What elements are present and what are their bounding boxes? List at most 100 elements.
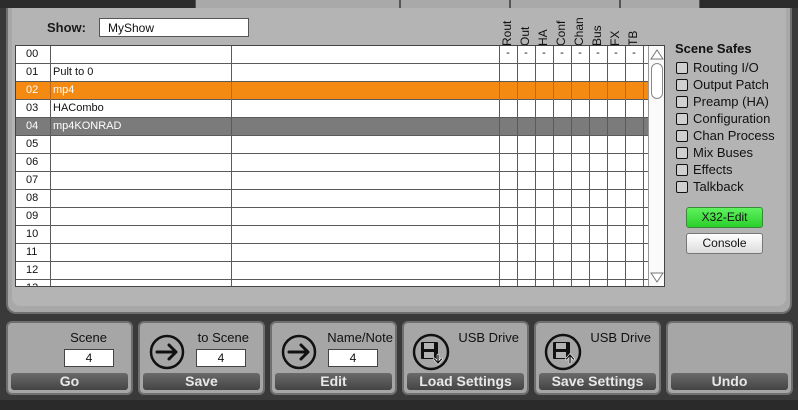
column-header: HA bbox=[535, 24, 553, 46]
undo-button[interactable]: Undo bbox=[671, 373, 788, 390]
scene-safe-checkbox[interactable] bbox=[676, 62, 688, 74]
column-divider bbox=[499, 226, 500, 244]
column-divider bbox=[517, 64, 518, 82]
tab-stub[interactable] bbox=[620, 0, 700, 8]
column-divider bbox=[50, 208, 51, 226]
column-header-label: TB bbox=[626, 30, 640, 46]
show-name-field[interactable]: MyShow bbox=[99, 18, 249, 37]
column-divider bbox=[571, 172, 572, 190]
scene-safe-flag: - bbox=[614, 47, 618, 59]
column-header: Bus bbox=[589, 24, 607, 46]
column-divider bbox=[589, 82, 590, 100]
go-button[interactable]: Go bbox=[11, 373, 128, 390]
column-divider bbox=[535, 262, 536, 280]
column-divider bbox=[535, 226, 536, 244]
save-settings-control: USB Drive Save Settings bbox=[534, 321, 661, 395]
column-divider bbox=[607, 154, 608, 172]
save-settings-button[interactable]: Save Settings bbox=[539, 373, 656, 390]
column-divider bbox=[607, 208, 608, 226]
scrollbar[interactable] bbox=[648, 46, 664, 286]
scroll-up-arrow-icon[interactable] bbox=[650, 48, 664, 60]
tab-stub[interactable] bbox=[195, 0, 400, 8]
column-divider bbox=[643, 82, 644, 100]
column-divider bbox=[517, 262, 518, 280]
scene-label: Scene bbox=[70, 330, 107, 345]
scene-safe-flag: - bbox=[524, 47, 528, 59]
scene-row[interactable]: 13 bbox=[16, 280, 648, 286]
scene-row[interactable]: 05 bbox=[16, 136, 648, 154]
column-divider bbox=[589, 280, 590, 286]
column-divider bbox=[553, 190, 554, 208]
load-settings-button[interactable]: Load Settings bbox=[407, 373, 524, 390]
usb-drive-label: USB Drive bbox=[590, 330, 651, 345]
tab-stub[interactable] bbox=[400, 0, 510, 8]
scene-name: Pult to 0 bbox=[53, 66, 94, 78]
scene-safe-checkbox[interactable] bbox=[676, 130, 688, 142]
x32-edit-button[interactable]: X32-Edit bbox=[686, 207, 763, 228]
scene-number-field[interactable]: 4 bbox=[64, 349, 114, 367]
column-divider bbox=[643, 226, 644, 244]
column-divider bbox=[625, 154, 626, 172]
scene-safe-checkbox[interactable] bbox=[676, 164, 688, 176]
arrow-right-icon bbox=[281, 334, 317, 370]
scene-row[interactable]: 07 bbox=[16, 172, 648, 190]
scene-number: 08 bbox=[26, 192, 39, 204]
column-divider bbox=[535, 244, 536, 262]
scene-safe-checkbox[interactable] bbox=[676, 79, 688, 91]
scene-row[interactable]: 03 HACombo bbox=[16, 100, 648, 118]
column-divider bbox=[643, 46, 644, 64]
scene-safe-checkbox[interactable] bbox=[676, 113, 688, 125]
column-header-label: Bus bbox=[590, 25, 604, 46]
column-divider bbox=[589, 226, 590, 244]
column-divider bbox=[643, 136, 644, 154]
column-divider bbox=[517, 226, 518, 244]
name-note-number-field[interactable]: 4 bbox=[328, 349, 378, 367]
column-divider bbox=[607, 136, 608, 154]
edit-button[interactable]: Edit bbox=[275, 373, 392, 390]
scene-row[interactable]: 08 bbox=[16, 190, 648, 208]
column-divider bbox=[231, 244, 232, 262]
scene-safe-checkbox[interactable] bbox=[676, 181, 688, 193]
column-divider bbox=[625, 172, 626, 190]
column-divider bbox=[50, 118, 51, 136]
column-divider bbox=[231, 208, 232, 226]
edit-control: Name/Note 4 Edit bbox=[270, 321, 397, 395]
scene-number: 10 bbox=[26, 228, 39, 240]
column-divider bbox=[643, 262, 644, 280]
usb-drive-label: USB Drive bbox=[458, 330, 519, 345]
scroll-thumb[interactable] bbox=[651, 63, 663, 99]
column-divider bbox=[589, 208, 590, 226]
column-divider bbox=[499, 244, 500, 262]
tab-stub[interactable] bbox=[510, 0, 620, 8]
scene-number: 05 bbox=[26, 138, 39, 150]
scene-number: 11 bbox=[26, 246, 38, 258]
scene-row[interactable]: 11 bbox=[16, 244, 648, 262]
scroll-down-arrow-icon[interactable] bbox=[650, 272, 664, 284]
column-divider bbox=[535, 172, 536, 190]
column-divider bbox=[517, 100, 518, 118]
scene-number: 04 bbox=[26, 120, 39, 132]
scene-row[interactable]: 09 bbox=[16, 208, 648, 226]
scene-row[interactable]: 00 - - - - - - - - bbox=[16, 46, 648, 64]
column-header: FX bbox=[607, 24, 625, 46]
column-divider bbox=[231, 136, 232, 154]
scene-row[interactable]: 02 mp4 bbox=[16, 82, 648, 100]
scene-row[interactable]: 12 bbox=[16, 262, 648, 280]
to-scene-number-field[interactable]: 4 bbox=[196, 349, 246, 367]
scene-safe-checkbox[interactable] bbox=[676, 96, 688, 108]
scene-row[interactable]: 01 Pult to 0 bbox=[16, 64, 648, 82]
column-divider bbox=[571, 262, 572, 280]
scene-safe-label: Talkback bbox=[693, 179, 744, 194]
bottom-strip bbox=[0, 400, 798, 410]
save-button[interactable]: Save bbox=[143, 373, 260, 390]
column-divider bbox=[589, 64, 590, 82]
scene-row[interactable]: 10 bbox=[16, 226, 648, 244]
column-divider bbox=[625, 244, 626, 262]
console-button[interactable]: Console bbox=[686, 233, 763, 254]
save-control: to Scene 4 Save bbox=[138, 321, 265, 395]
scene-row[interactable]: 04 mp4KONRAD bbox=[16, 118, 648, 136]
scene-number: 03 bbox=[26, 102, 39, 114]
scene-row[interactable]: 06 bbox=[16, 154, 648, 172]
column-divider bbox=[643, 64, 644, 82]
scene-safe-checkbox[interactable] bbox=[676, 147, 688, 159]
